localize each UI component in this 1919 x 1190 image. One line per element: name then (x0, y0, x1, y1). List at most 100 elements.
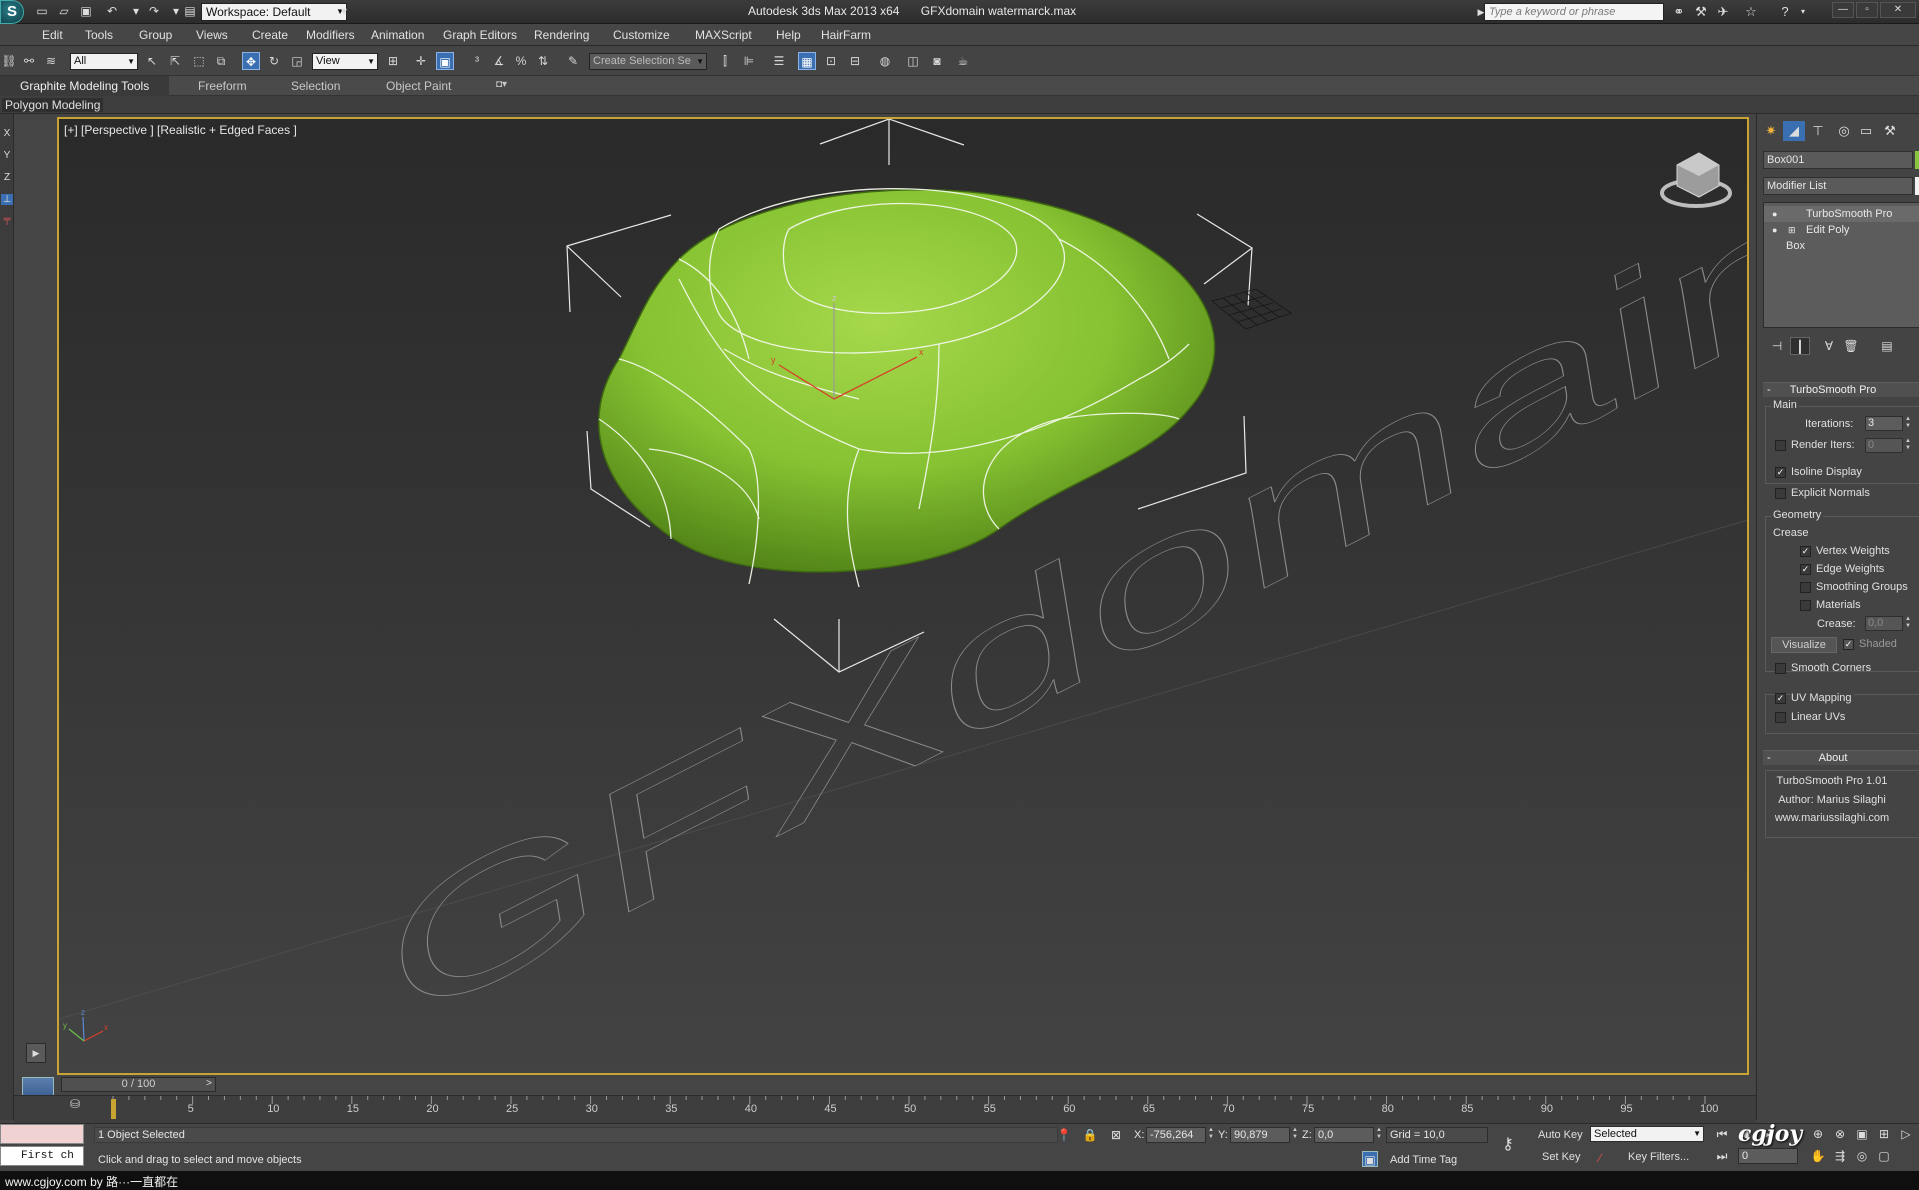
menu-rendering[interactable]: Rendering (534, 28, 589, 42)
zoom-extents-all-icon[interactable]: ⊞ (1876, 1126, 1892, 1142)
key-mode-toggle-icon[interactable]: ⏭ (1714, 1148, 1730, 1164)
strip-z-icon[interactable]: Z (1, 172, 13, 183)
time-slider[interactable]: 0 / 100 (61, 1077, 216, 1092)
search-input[interactable] (1484, 3, 1664, 21)
current-frame-field[interactable]: 0 (1738, 1148, 1798, 1164)
walk-through-icon[interactable]: ⇶ (1832, 1148, 1848, 1164)
object-name-field[interactable]: Box001 (1763, 151, 1913, 169)
edge-weights-checkbox[interactable]: ✓ (1800, 564, 1811, 575)
shaded-checkbox[interactable]: ✓ (1843, 639, 1854, 650)
y-coordinate-field[interactable]: 90,879 (1230, 1127, 1290, 1143)
graphite-toggle-icon[interactable]: ▦ (798, 52, 816, 70)
key-mode-select[interactable]: Selected ▼ (1590, 1126, 1704, 1142)
keyboard-shortcut-override-icon[interactable]: ▣ (436, 52, 454, 70)
workspace-select[interactable]: Workspace: Default ▼ (201, 3, 347, 21)
materials-checkbox[interactable] (1800, 600, 1811, 611)
stack-item-edit-poly[interactable]: ● ⊞ Edit Poly (1764, 222, 1919, 238)
show-end-result-icon[interactable]: ┃ (1790, 337, 1810, 355)
render-setup-icon[interactable]: ◫ (904, 52, 922, 70)
project-folder-icon[interactable]: ▤ (182, 4, 198, 19)
menu-customize[interactable]: Customize (613, 28, 670, 42)
select-and-rotate-icon[interactable]: ↻ (265, 52, 283, 70)
viewport-label[interactable]: [+] [Perspective ] [Realistic + Edged Fa… (64, 123, 297, 137)
visualize-button[interactable]: Visualize (1771, 637, 1837, 653)
open-file-icon[interactable]: ▱ (56, 4, 72, 19)
expand-plus-icon[interactable]: ⊞ (1788, 222, 1796, 238)
unlink-icon[interactable]: ⚯ (20, 52, 38, 70)
ribbon-tab-object-paint[interactable]: Object Paint (386, 79, 451, 93)
undo-icon[interactable]: ↶ (104, 4, 120, 19)
named-selection-select[interactable]: Create Selection Se ▼ (589, 53, 707, 70)
maximize-viewport-icon[interactable]: ▢ (1876, 1148, 1892, 1164)
track-bar-filter-icon[interactable]: ⛁ (70, 1097, 86, 1117)
spinner-snap-icon[interactable]: ⇅ (534, 52, 552, 70)
binoculars-icon[interactable]: ⚭ (1670, 4, 1688, 20)
smooth-corners-checkbox[interactable] (1775, 663, 1786, 674)
render-iters-checkbox[interactable] (1775, 440, 1786, 451)
create-tab-icon[interactable]: ✷ (1760, 121, 1782, 141)
remove-modifier-icon[interactable]: 🗑 (1841, 337, 1861, 355)
x-spinner-arrows-icon[interactable]: ▲ ▼ (1207, 1127, 1215, 1142)
menu-modifiers[interactable]: Modifiers (306, 28, 355, 42)
menu-views[interactable]: Views (196, 28, 228, 42)
set-key-button[interactable]: Set Key (1542, 1148, 1581, 1166)
bind-space-warp-icon[interactable]: ≋ (42, 52, 60, 70)
render-production-icon[interactable]: ☕ (954, 52, 972, 70)
stack-item-turbosmooth-pro[interactable]: ● TurboSmooth Pro (1764, 206, 1919, 222)
menu-tools[interactable]: Tools (85, 28, 113, 42)
strip-constraint-icon[interactable]: ╤ (1, 214, 13, 225)
manipulate-icon[interactable]: ✛ (412, 52, 430, 70)
x-coordinate-field[interactable]: -756,264 (1146, 1127, 1206, 1143)
rendered-frame-window-icon[interactable]: ◙ (928, 52, 946, 70)
smoothing-groups-checkbox[interactable] (1800, 582, 1811, 593)
edit-named-selection-icon[interactable]: ✎ (564, 52, 582, 70)
rectangular-selection-icon[interactable]: ⬚ (190, 52, 208, 70)
menu-hairfarm[interactable]: HairFarm (821, 28, 871, 42)
ribbon-panel-polygon-modeling[interactable]: Polygon Modeling (2, 98, 104, 112)
ribbon-options-icon[interactable]: ◘▾ (496, 79, 507, 90)
menu-help[interactable]: Help (776, 28, 801, 42)
app-logo-icon[interactable]: S (0, 0, 24, 24)
ribbon-tab-freeform[interactable]: Freeform (198, 79, 247, 93)
modifier-list-dropdown[interactable] (1915, 177, 1919, 195)
configure-modifier-sets-icon[interactable]: ▤ (1877, 337, 1897, 355)
stack-item-box[interactable]: Box (1764, 238, 1919, 254)
schematic-view-icon[interactable]: ⊟ (846, 52, 864, 70)
modify-tab-icon[interactable]: ◢ (1783, 121, 1805, 141)
iterations-spinner[interactable]: 3 (1865, 416, 1903, 431)
favorites-star-icon[interactable]: ☆ (1742, 4, 1760, 20)
pin-stack-icon[interactable]: ⊣ (1767, 337, 1787, 355)
selection-lock-icon[interactable]: 🔒 (1082, 1127, 1098, 1143)
set-key-mode-key-icon[interactable]: ⚷ (1500, 1137, 1516, 1153)
modifier-list-select[interactable]: Modifier List (1763, 177, 1913, 195)
window-crossing-icon[interactable]: ⧉ (212, 52, 230, 70)
menu-maxscript[interactable]: MAXScript (695, 28, 752, 42)
select-and-link-icon[interactable]: ⛓ (0, 52, 18, 70)
perspective-viewport[interactable]: GFXdomain z x y z x y [+] [Perspective]… (57, 117, 1749, 1075)
add-time-tag-button[interactable]: Add Time Tag (1390, 1154, 1457, 1166)
crease-spinner-arrows-icon[interactable]: ▲ ▼ (1904, 616, 1912, 631)
iterations-spinner-arrows-icon[interactable]: ▲ ▼ (1904, 416, 1912, 431)
orbit-icon[interactable]: ◎ (1854, 1148, 1870, 1164)
z-coordinate-field[interactable]: 0,0 (1314, 1127, 1374, 1143)
ribbon-tab-graphite-modeling-tools[interactable]: Graphite Modeling Tools (0, 76, 170, 96)
render-iters-spinner-arrows-icon[interactable]: ▲ ▼ (1904, 438, 1912, 453)
hierarchy-tab-icon[interactable]: ⊤ (1807, 121, 1829, 141)
new-file-icon[interactable]: ▭ (34, 4, 50, 19)
ribbon-tab-selection[interactable]: Selection (291, 79, 340, 93)
about-website[interactable]: www.mariussilaghi.com (1757, 812, 1907, 824)
select-object-icon[interactable]: ↖ (143, 52, 161, 70)
menu-animation[interactable]: Animation (371, 28, 424, 42)
crease-value-spinner[interactable]: 0,0 (1865, 616, 1903, 631)
strip-xy-icon[interactable]: ⊥ (1, 194, 13, 205)
y-spinner-arrows-icon[interactable]: ▲ ▼ (1291, 1127, 1299, 1142)
go-to-start-icon[interactable]: ⏮ (1714, 1126, 1730, 1142)
turbosmooth-rollout-header[interactable]: - TurboSmooth Pro (1763, 382, 1919, 397)
viewport-layout-play-icon[interactable]: ▶ (26, 1043, 46, 1063)
material-editor-icon[interactable]: ◍ (876, 52, 894, 70)
make-unique-icon[interactable]: ∀ (1819, 337, 1839, 355)
subscription-center-icon[interactable]: ⚒ (1692, 4, 1710, 20)
select-and-move-icon[interactable]: ✥ (242, 52, 260, 70)
about-rollout-header[interactable]: - About (1763, 750, 1919, 765)
zoom-icon[interactable]: ⊕ (1810, 1126, 1826, 1142)
